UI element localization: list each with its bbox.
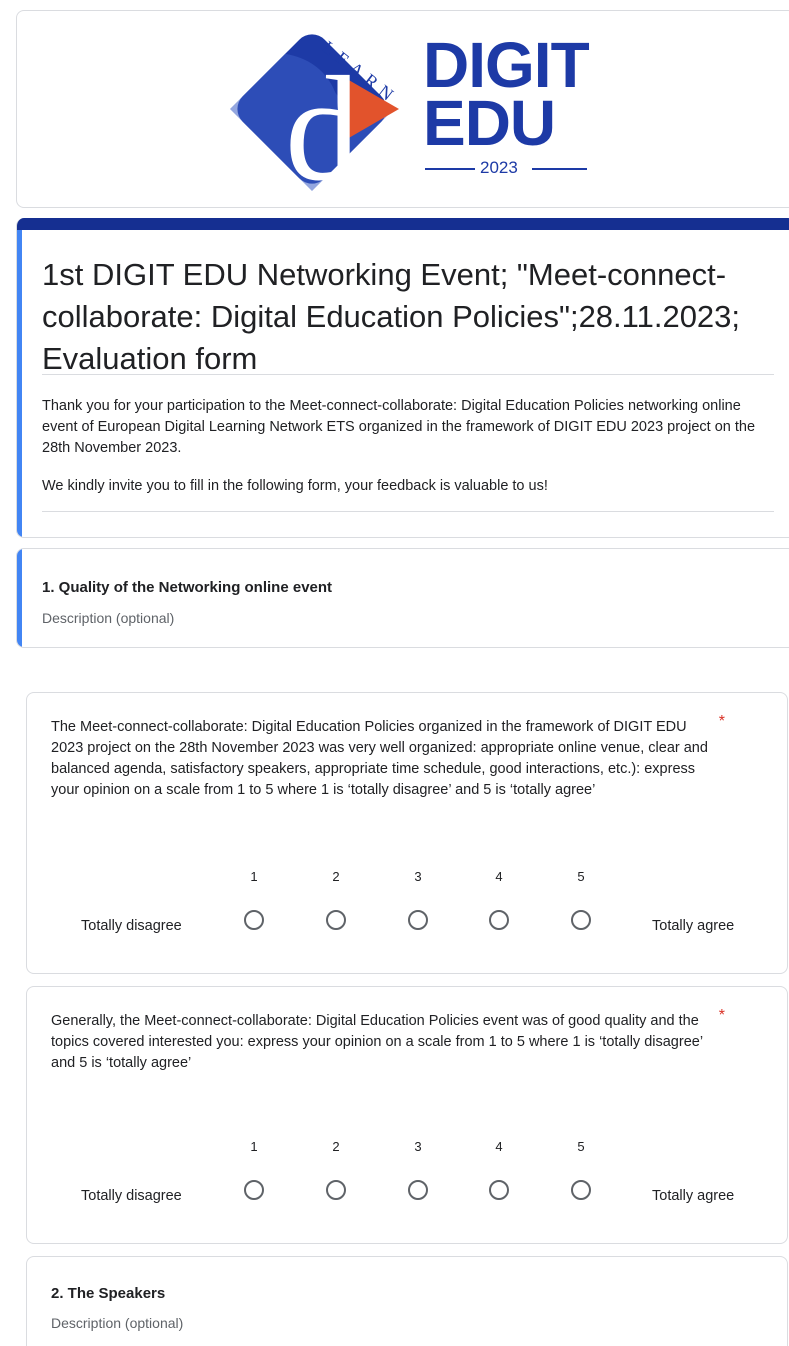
brand-line2: EDU bbox=[423, 87, 556, 159]
radio-option-5[interactable] bbox=[571, 910, 591, 930]
section-header-2[interactable]: 2. The Speakers Description (optional) bbox=[26, 1256, 788, 1346]
scale-number-4: 4 bbox=[495, 1139, 503, 1154]
radio-option-4[interactable] bbox=[489, 1180, 509, 1200]
required-asterisk: * bbox=[718, 713, 725, 730]
brand-year-line-right bbox=[532, 168, 587, 170]
brand-year: 2023 bbox=[480, 158, 518, 177]
radio-option-1[interactable] bbox=[244, 1180, 264, 1200]
scale-number-1: 1 bbox=[250, 869, 258, 884]
section-description: Description (optional) bbox=[51, 1315, 184, 1331]
radio-option-3[interactable] bbox=[408, 1180, 428, 1200]
scale-number-5: 5 bbox=[577, 1139, 585, 1154]
radio-option-4[interactable] bbox=[489, 910, 509, 930]
scale-min-label: Totally disagree bbox=[81, 1188, 182, 1204]
focus-indicator bbox=[17, 549, 22, 647]
form-description-p2: We kindly invite you to fill in the foll… bbox=[42, 478, 548, 494]
scale-number-3: 3 bbox=[414, 869, 422, 884]
section-title: 1. Quality of the Networking online even… bbox=[42, 579, 333, 596]
section-header-1[interactable]: 1. Quality of the Networking online even… bbox=[16, 548, 789, 648]
section-title: 2. The Speakers bbox=[51, 1285, 166, 1302]
question-text: Generally, the Meet-connect-collaborate:… bbox=[51, 1013, 703, 1071]
scale-number-2: 2 bbox=[332, 1139, 340, 1154]
scale-number-1: 1 bbox=[250, 1139, 258, 1154]
radio-option-2[interactable] bbox=[326, 910, 346, 930]
form-accent-bar bbox=[17, 218, 789, 230]
brand-line1: DIGIT bbox=[423, 29, 590, 101]
required-asterisk: * bbox=[718, 1007, 725, 1024]
title-divider bbox=[42, 374, 774, 375]
form-description-p1: Thank you for your participation to the … bbox=[42, 398, 756, 456]
header-banner: d LEARN DIGIT EDU 2023 bbox=[16, 10, 789, 212]
digit-edu-logo: d LEARN DIGIT EDU 2023 bbox=[227, 29, 607, 212]
radio-option-1[interactable] bbox=[244, 910, 264, 930]
scale-max-label: Totally agree bbox=[652, 918, 735, 934]
scale-number-2: 2 bbox=[332, 869, 340, 884]
description-divider bbox=[42, 511, 774, 512]
radio-option-5[interactable] bbox=[571, 1180, 591, 1200]
section-description: Description (optional) bbox=[42, 610, 175, 626]
focus-indicator bbox=[17, 230, 22, 537]
scale-number-5: 5 bbox=[577, 869, 585, 884]
scale-number-3: 3 bbox=[414, 1139, 422, 1154]
form-title-card: 1st DIGIT EDU Networking Event; "Meet-co… bbox=[16, 218, 789, 538]
brand-year-line-left bbox=[425, 168, 475, 170]
form-title: 1st DIGIT EDU Networking Event; "Meet-co… bbox=[42, 257, 741, 376]
question-card-2: Generally, the Meet-connect-collaborate:… bbox=[26, 986, 788, 1244]
radio-option-3[interactable] bbox=[408, 910, 428, 930]
question-text: The Meet-connect-collaborate: Digital Ed… bbox=[51, 719, 708, 798]
scale-min-label: Totally disagree bbox=[81, 918, 182, 934]
scale-max-label: Totally agree bbox=[652, 1188, 735, 1204]
question-card-1: The Meet-connect-collaborate: Digital Ed… bbox=[26, 692, 788, 974]
scale-number-4: 4 bbox=[495, 869, 503, 884]
radio-option-2[interactable] bbox=[326, 1180, 346, 1200]
